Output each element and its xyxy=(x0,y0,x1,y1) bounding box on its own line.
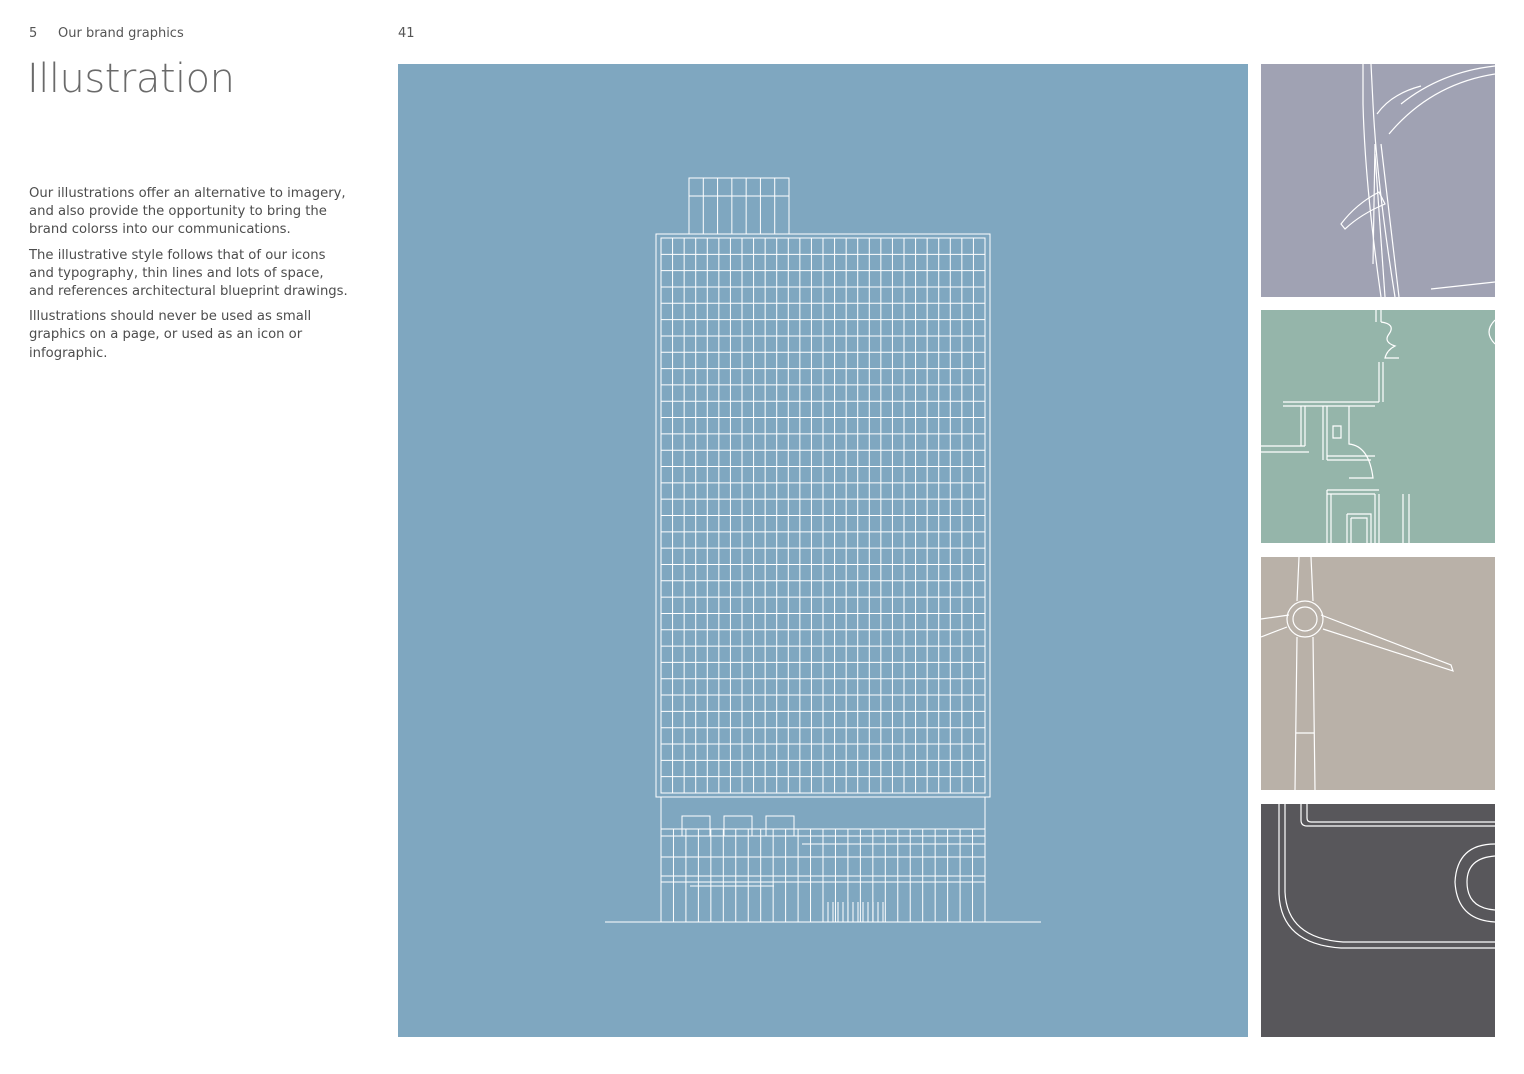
building-elevation-illustration xyxy=(398,64,1248,1037)
page-title: Illustration xyxy=(27,56,235,102)
thumbnail-wind-turbine xyxy=(1261,557,1495,790)
body-text: Our illustrations offer an alternative t… xyxy=(29,185,349,370)
section-name: Our brand graphics xyxy=(58,26,184,41)
thumbnail-background xyxy=(1261,310,1495,543)
thumbnail-device-outline xyxy=(1261,804,1495,1037)
page-number: 41 xyxy=(398,26,415,41)
architectural-detail-illustration xyxy=(1261,64,1495,297)
thumbnail-floor-plan xyxy=(1261,310,1495,543)
thumbnail-background xyxy=(1261,804,1495,1037)
device-outline-illustration xyxy=(1261,804,1495,1037)
paragraph-intro: Our illustrations offer an alternative t… xyxy=(29,186,346,238)
thumbnail-architectural-detail xyxy=(1261,64,1495,297)
floor-plan-illustration xyxy=(1261,310,1495,543)
thumbnail-background xyxy=(1261,64,1495,297)
paragraph-usage: Illustrations should never be used as sm… xyxy=(29,309,312,361)
section-number: 5 xyxy=(29,26,38,41)
wind-turbine-illustration xyxy=(1261,557,1495,790)
paragraph-style: The illustrative style follows that of o… xyxy=(29,247,348,300)
main-illustration-panel xyxy=(398,64,1248,1037)
